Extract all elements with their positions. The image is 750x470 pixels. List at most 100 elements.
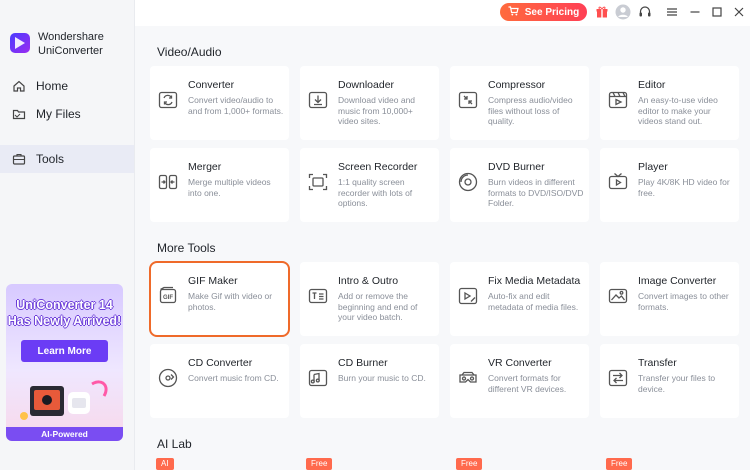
sidebar-item-label: Home [36, 79, 69, 93]
tool-card-description: 1:1 quality screen recorder with lots of… [338, 177, 413, 208]
section-title-ai-lab: AI Lab [157, 437, 192, 451]
tool-card-title: VR Converter [488, 357, 552, 369]
tool-card-description: Burn your music to CD. [338, 373, 426, 383]
tool-card-vr-converter[interactable]: VR Converter Convert formats for differen… [450, 344, 589, 418]
tool-card-description: Convert formats for different VR devices… [488, 373, 567, 394]
tool-card-title: Screen Recorder [338, 161, 418, 173]
tool-card-description: Merge multiple videos into one. [188, 177, 271, 198]
minimize-icon[interactable] [687, 4, 703, 20]
title-bar: See Pricing [135, 0, 750, 26]
sidebar-item-label: My Files [36, 107, 81, 121]
metadata-icon [458, 286, 478, 306]
download-icon [308, 90, 328, 110]
tool-card-transfer[interactable]: Transfer Transfer your files to device. [600, 344, 739, 418]
tool-card-title: Compressor [488, 79, 546, 91]
toolbox-icon [12, 152, 26, 166]
close-icon[interactable] [731, 4, 747, 20]
tool-card-title: Converter [188, 79, 235, 91]
tool-card-description: Convert images to other formats. [638, 291, 729, 312]
tool-card-cd-converter[interactable]: CD Converter Convert music from CD. [150, 344, 289, 418]
tools-panel: Video/Audio More Tools AI Lab Converter C… [135, 26, 750, 470]
learn-more-button[interactable]: Learn More [21, 340, 108, 362]
sidebar-item-home[interactable]: Home [0, 72, 134, 100]
tool-card-title: Fix Media Metadata [488, 275, 581, 287]
section-title-video-audio: Video/Audio [157, 45, 222, 59]
tool-card-description: Auto-fix and edit metadata of media file… [488, 291, 579, 312]
tool-card-description: Burn videos in different formats to DVD/… [488, 177, 584, 208]
tool-card-editor[interactable]: Editor An easy-to-use video editor to mak… [600, 66, 739, 140]
maximize-icon[interactable] [709, 4, 725, 20]
tool-card-merger[interactable]: Merger Merge multiple videos into one. [150, 148, 289, 222]
app-logo-icon [10, 33, 30, 53]
player-icon [608, 172, 628, 192]
tool-card-description: Convert video/audio to and from 1,000+ f… [188, 95, 284, 116]
brand-name: Wondershare UniConverter [38, 30, 104, 58]
tool-card-title: Downloader [338, 79, 395, 91]
cart-icon [508, 5, 519, 19]
screen-record-icon [308, 172, 328, 192]
brand: Wondershare UniConverter [10, 30, 104, 58]
section-title-more-tools: More Tools [157, 241, 216, 255]
gift-icon[interactable] [594, 4, 610, 20]
tool-card-converter[interactable]: Converter Convert video/audio to and from… [150, 66, 289, 140]
tool-card-title: DVD Burner [488, 161, 545, 173]
ai-lab-tag: Free [306, 458, 333, 470]
brand-line2: UniConverter [38, 45, 103, 57]
see-pricing-button[interactable]: See Pricing [500, 3, 587, 21]
tool-card-screen-recorder[interactable]: Screen Recorder 1:1 quality screen record… [300, 148, 439, 222]
tool-card-downloader[interactable]: Downloader Download video and music from … [300, 66, 439, 140]
tool-card-compressor[interactable]: Compressor Compress audio/video files wit… [450, 66, 589, 140]
tool-card-dvd-burner[interactable]: DVD Burner Burn videos in different forma… [450, 148, 589, 222]
avatar[interactable] [615, 4, 631, 20]
sidebar-item-label: Tools [36, 152, 65, 166]
tool-card-description: An easy-to-use video editor to make your… [638, 95, 718, 126]
sidebar-nav: Home My Files Tools [0, 72, 134, 173]
see-pricing-label: See Pricing [524, 6, 580, 18]
tool-card-fix-media-metadata[interactable]: Fix Media Metadata Auto-fix and edit meta… [450, 262, 589, 336]
tool-card-cd-burner[interactable]: CD Burner Burn your music to CD. [300, 344, 439, 418]
tool-card-intro-outro[interactable]: Intro & Outro Add or remove the beginning… [300, 262, 439, 336]
convert-icon [158, 90, 178, 110]
sidebar-item-tools[interactable]: Tools [0, 145, 134, 173]
tool-card-description: Add or remove the beginning and end of y… [338, 291, 418, 322]
tool-card-title: Merger [188, 161, 222, 173]
tool-card-description: Transfer your files to device. [638, 373, 716, 394]
home-icon [12, 79, 26, 93]
promo-devices-image [20, 380, 108, 420]
folder-icon [12, 107, 26, 121]
intro-outro-icon [308, 286, 328, 306]
tool-card-description: Download video and music from 10,000+ vi… [338, 95, 416, 126]
merge-icon [158, 172, 178, 192]
tool-card-title: Transfer [638, 357, 677, 369]
tool-card-title: Player [638, 161, 668, 173]
ai-lab-tag: Free [606, 458, 633, 470]
gif-icon: GIF [158, 286, 178, 306]
ai-lab-tag: Free [456, 458, 483, 470]
cd-convert-icon [158, 368, 178, 388]
promo-footer: AI-Powered [6, 427, 123, 441]
tool-card-description: Make Gif with video or photos. [188, 291, 273, 312]
cd-burn-icon [308, 368, 328, 388]
brand-line1: Wondershare [38, 31, 104, 43]
tool-card-gif-maker[interactable]: GIF GIF Maker Make Gif with video or photo… [149, 261, 290, 337]
svg-text:GIF: GIF [163, 295, 173, 301]
promo-title: UniConverter 14 Has Newly Arrived! [7, 298, 122, 328]
tool-card-player[interactable]: Player Play 4K/8K HD video for free. [600, 148, 739, 222]
vr-icon [458, 368, 478, 388]
tool-card-image-converter[interactable]: Image Converter Convert images to other f… [600, 262, 739, 336]
headset-icon[interactable] [637, 4, 653, 20]
tool-card-description: Play 4K/8K HD video for free. [638, 177, 730, 198]
compress-icon [458, 90, 478, 110]
image-convert-icon [608, 286, 628, 306]
tool-card-title: Image Converter [638, 275, 717, 287]
tool-card-description: Convert music from CD. [188, 373, 279, 383]
editor-icon [608, 90, 628, 110]
sidebar-item-my-files[interactable]: My Files [0, 100, 134, 128]
tool-card-title: Editor [638, 79, 666, 91]
menu-icon[interactable] [664, 4, 680, 20]
promo-banner[interactable]: UniConverter 14 Has Newly Arrived! Learn… [6, 284, 123, 441]
tool-card-title: CD Burner [338, 357, 388, 369]
transfer-icon [608, 368, 628, 388]
tool-card-description: Compress audio/video files without loss … [488, 95, 573, 126]
dvd-icon [458, 172, 478, 192]
